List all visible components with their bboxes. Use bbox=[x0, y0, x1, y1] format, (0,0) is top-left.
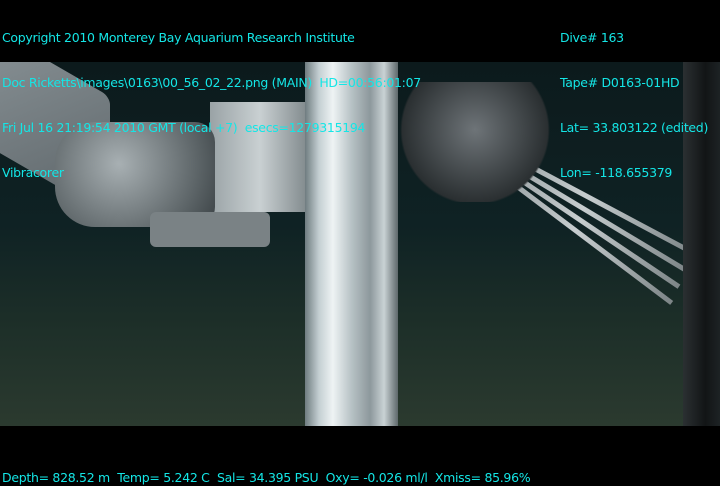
image-path-line: Doc Ricketts\images\0163\00_56_02_22.png… bbox=[2, 75, 421, 90]
dive-number: Dive# 163 bbox=[560, 30, 624, 45]
header-left: Copyright 2010 Monterey Bay Aquarium Res… bbox=[2, 0, 421, 210]
video-frame: Copyright 2010 Monterey Bay Aquarium Res… bbox=[0, 0, 720, 486]
tool-label: Vibracorer bbox=[2, 165, 64, 180]
arm-base bbox=[150, 212, 270, 247]
sensor-readout: Depth= 828.52 m Temp= 5.242 C Sal= 34.39… bbox=[2, 470, 531, 485]
gripper-claw bbox=[400, 82, 550, 202]
header-right: Dive# 163 Tape# D0163-01HD Lat= 33.80312… bbox=[560, 0, 708, 210]
tape-number: Tape# D0163-01HD bbox=[560, 75, 680, 90]
timestamp-line: Fri Jul 16 21:19:54 2010 GMT (local +7) … bbox=[2, 120, 366, 135]
longitude: Lon= -118.655379 bbox=[560, 165, 673, 180]
latitude: Lat= 33.803122 (edited) bbox=[560, 120, 709, 135]
copyright-line: Copyright 2010 Monterey Bay Aquarium Res… bbox=[2, 30, 355, 45]
